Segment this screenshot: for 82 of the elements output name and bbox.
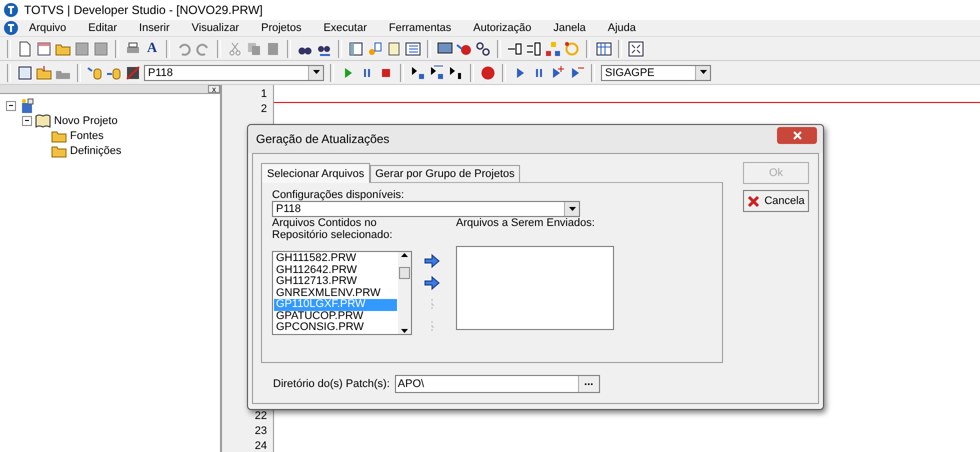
save-icon[interactable] xyxy=(74,40,90,56)
cycle-icon[interactable] xyxy=(564,40,580,56)
dropdown-arrow-icon xyxy=(568,206,576,212)
list-item[interactable]: GNREXMLENV.PRW xyxy=(274,288,397,299)
patch-directory-field[interactable]: APO\ ... xyxy=(394,375,600,393)
menu-item[interactable]: Ferramentas xyxy=(378,22,462,34)
tree-item-label[interactable]: Definições xyxy=(70,144,122,156)
window-title: TOTVS | Developer Studio - [NOVO29.PRW] xyxy=(24,3,263,17)
fullscreen-icon[interactable] xyxy=(628,40,644,56)
arrows-box-icon[interactable] xyxy=(526,40,542,56)
menu-item[interactable]: Inserir xyxy=(128,22,181,34)
transfer-button[interactable] xyxy=(424,253,440,269)
list-item[interactable]: GH112642.PRW xyxy=(274,264,397,276)
dropdown-arrow-icon xyxy=(312,70,320,75)
new-document-icon[interactable] xyxy=(17,40,33,56)
field-label: Configurações disponíveis: xyxy=(272,189,406,201)
window-icon[interactable] xyxy=(17,64,33,80)
add-breakpoint-icon[interactable] xyxy=(550,64,566,80)
tree-item-label[interactable]: Novo Projeto xyxy=(54,114,118,126)
folder-upload-icon[interactable] xyxy=(36,64,52,80)
monitor-icon[interactable] xyxy=(437,40,453,56)
close-icon xyxy=(747,194,760,208)
font-button[interactable]: A xyxy=(144,40,160,56)
line-number: 23 xyxy=(254,424,267,439)
environment-combo[interactable]: SIGAGPE xyxy=(601,64,711,80)
app-logo-icon[interactable] xyxy=(4,21,18,35)
project-combo[interactable]: P118 xyxy=(144,64,324,80)
arrow-into-box-icon[interactable] xyxy=(507,40,523,56)
database-in-icon[interactable] xyxy=(87,64,103,80)
configuration-combo[interactable]: P118 xyxy=(272,201,580,217)
field-label: Arquivos a Serem Enviados: xyxy=(456,217,596,229)
target-file-list[interactable] xyxy=(456,246,614,330)
menu-item[interactable]: Executar xyxy=(312,22,378,34)
menu-item[interactable]: Editar xyxy=(77,22,128,34)
list-icon[interactable] xyxy=(405,40,421,56)
menu-item[interactable]: Janela xyxy=(542,22,597,34)
panel-icon[interactable] xyxy=(348,40,364,56)
step-out-icon[interactable] xyxy=(448,64,464,80)
step-over-icon[interactable] xyxy=(429,64,445,80)
menu-item[interactable]: Visualizar xyxy=(180,22,250,34)
list-item[interactable]: GPATUCOP.PRW xyxy=(274,310,397,322)
list-item[interactable]: GH112713.PRW xyxy=(274,276,397,288)
close-icon xyxy=(792,130,802,140)
scroll-up-icon[interactable] xyxy=(401,252,408,257)
line-number: 24 xyxy=(254,439,267,452)
collapse-toggle[interactable] xyxy=(6,100,16,110)
transfer-button[interactable] xyxy=(424,275,440,291)
browse-button[interactable]: ... xyxy=(578,376,599,392)
project-tree-icon[interactable] xyxy=(19,98,35,114)
line-number: 2 xyxy=(260,102,267,117)
book-icon[interactable] xyxy=(35,112,51,128)
dialog-title: Geração de Atualizações xyxy=(256,132,390,146)
app-logo-icon xyxy=(4,3,18,17)
tab[interactable]: Gerar por Grupo de Projetos xyxy=(370,165,520,182)
step-into-icon[interactable] xyxy=(410,64,426,80)
scrollbar-thumb[interactable] xyxy=(399,267,410,279)
line-number: 1 xyxy=(260,87,267,102)
collapse-toggle[interactable] xyxy=(22,116,32,126)
close-button[interactable] xyxy=(777,126,817,144)
cancel-button[interactable]: Cancela xyxy=(743,190,809,212)
menu-item[interactable]: Autorização xyxy=(462,22,542,34)
close-button[interactable]: x xyxy=(208,85,220,93)
shapes-icon[interactable] xyxy=(367,40,383,56)
list-item[interactable]: GH111582.PRW xyxy=(274,253,397,264)
menu-item[interactable]: Arquivo xyxy=(18,22,78,34)
field-label: Arquivos Contidos no Repositório selecionado: xyxy=(272,217,394,241)
dropdown-arrow-icon xyxy=(700,70,706,75)
menu-item[interactable]: Ajuda xyxy=(596,22,647,34)
menu-item[interactable]: Projetos xyxy=(250,22,312,34)
tab[interactable]: Selecionar Arquivos xyxy=(261,163,370,183)
save-all-icon[interactable] xyxy=(93,40,109,56)
tree-item-label[interactable]: Fontes xyxy=(70,130,104,142)
field-label: Diretório do(s) Patch(s): xyxy=(273,378,390,390)
pages-icon[interactable] xyxy=(386,40,402,56)
scroll-down-icon[interactable] xyxy=(401,329,408,334)
remove-breakpoint-icon[interactable] xyxy=(569,64,585,80)
source-file-list[interactable]: GH111582.PRW GH112642.PRW GH112713.PRW GNREXMLENV.PRW GP110LGXF.PRW GPATUCOP.PRW GPCONSIG.PRW xyxy=(272,251,412,335)
record-icon[interactable] xyxy=(480,64,496,80)
line-number: 22 xyxy=(254,409,267,424)
form-icon[interactable] xyxy=(36,40,52,56)
grid-icon[interactable] xyxy=(596,40,612,56)
list-item[interactable]: GPCONSIG.PRW xyxy=(274,322,397,334)
